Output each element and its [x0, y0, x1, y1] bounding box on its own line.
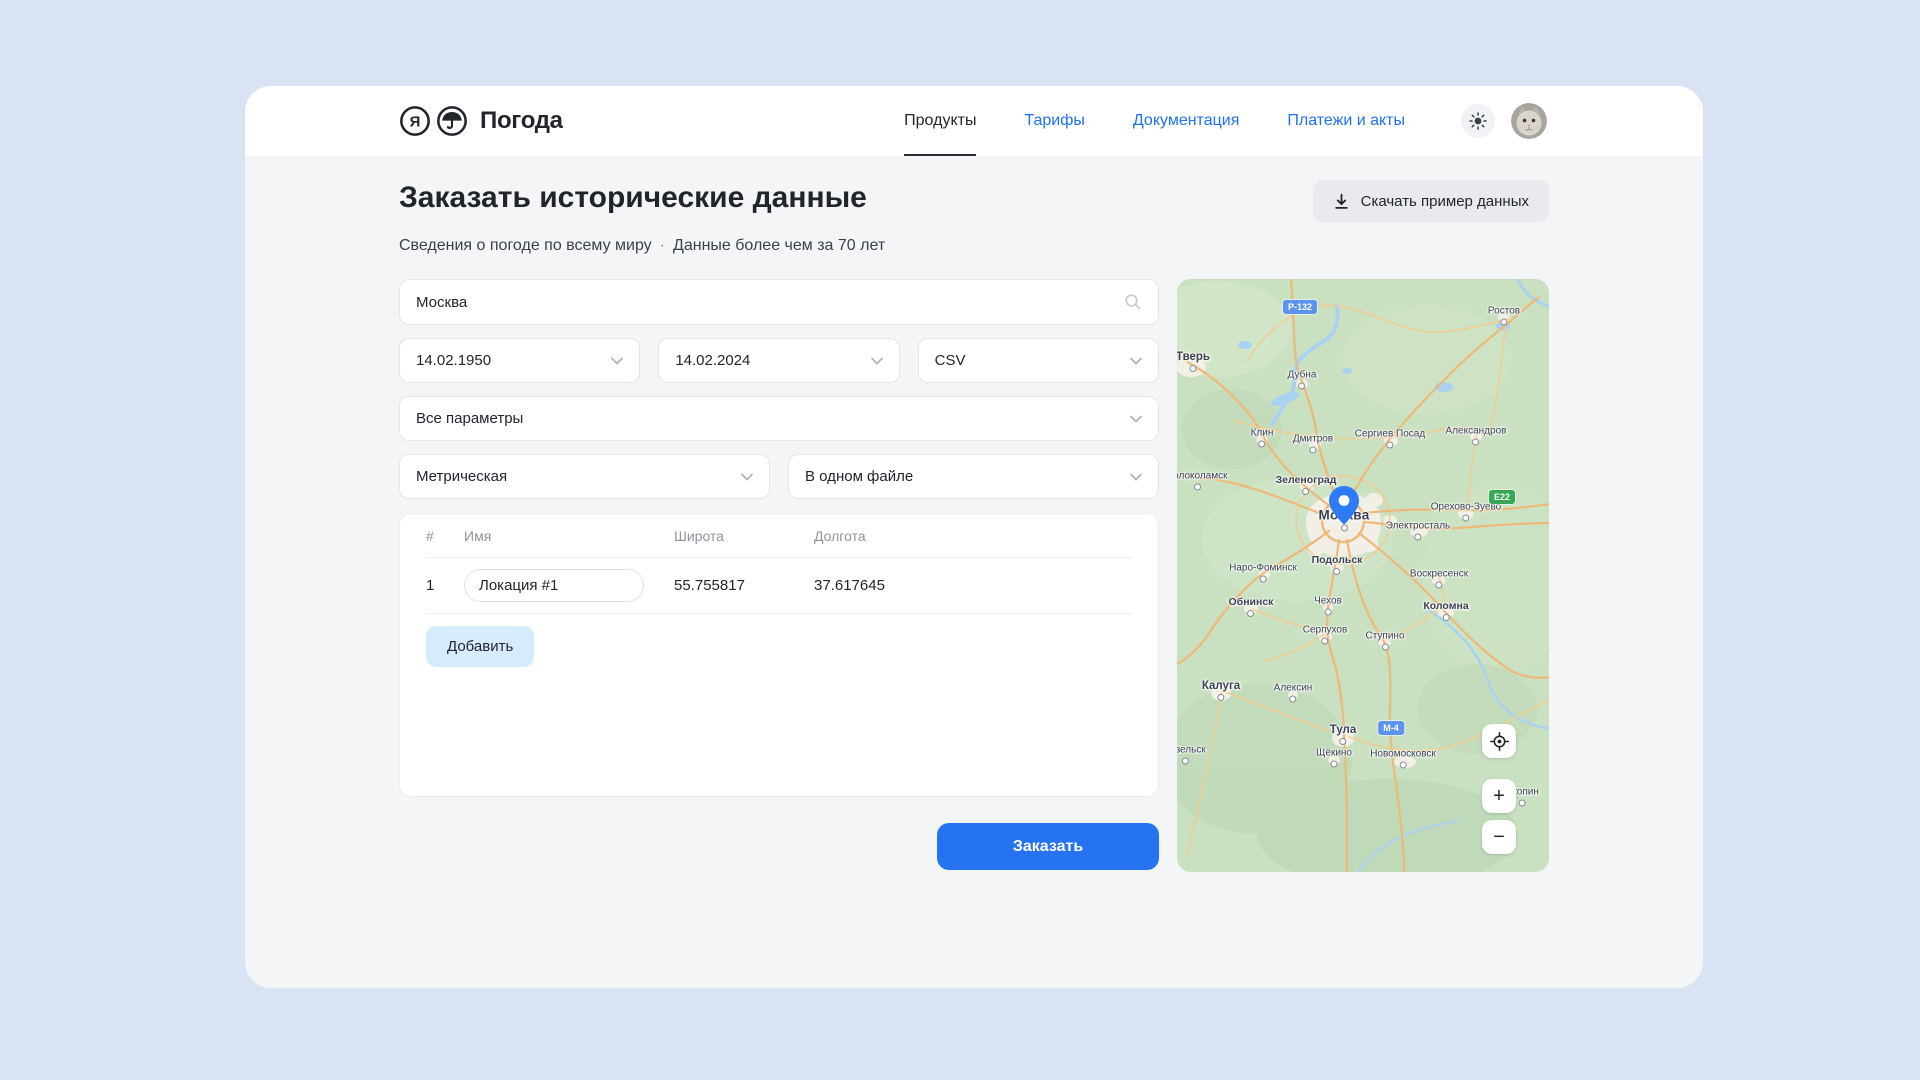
- map-city-label: Воскресенск: [1410, 569, 1468, 580]
- nav-item-payments[interactable]: Платежи и акты: [1287, 86, 1405, 156]
- locations-table: # Имя Широта Долгота 1 55.755817 37.6176…: [399, 513, 1159, 797]
- map-city-label: Тула: [1330, 724, 1357, 736]
- app-card: Я Погода Продукты Тарифы Документация Пл…: [245, 86, 1703, 988]
- download-sample-button[interactable]: Скачать пример данных: [1313, 180, 1549, 222]
- cat-avatar-image: [1511, 103, 1547, 139]
- map-city-label: Орехово-Зуево: [1431, 502, 1501, 513]
- download-icon: [1333, 193, 1350, 210]
- map-city-label: Серпухов: [1303, 625, 1348, 636]
- chevron-down-icon: [611, 357, 623, 365]
- map-city-label: Козельск: [1177, 745, 1206, 756]
- date-to-select[interactable]: 14.02.2024: [658, 338, 899, 383]
- map-city-label: Коломна: [1423, 600, 1468, 612]
- chevron-down-icon: [871, 357, 883, 365]
- map-city-label: Сергиев Посад: [1355, 429, 1425, 440]
- road-badge: Е22: [1489, 490, 1515, 504]
- map[interactable]: Тверь Ростов Дубна Клин Дмитров Сергиев Посад…: [1177, 279, 1549, 872]
- road-badge: Р-132: [1283, 300, 1317, 314]
- map-city-label: Чехов: [1314, 596, 1342, 607]
- geolocate-button[interactable]: [1482, 724, 1516, 758]
- umbrella-icon: [436, 105, 468, 137]
- map-city-label: Дубна: [1288, 370, 1317, 381]
- order-form: 14.02.1950 14.02.2024 CSV: [399, 279, 1159, 872]
- map-city-label: Зеленоград: [1276, 474, 1337, 486]
- map-city-label: Калуга: [1202, 680, 1240, 692]
- sun-icon: [1469, 112, 1487, 130]
- theme-toggle-button[interactable]: [1461, 104, 1495, 138]
- header: Я Погода Продукты Тарифы Документация Пл…: [245, 86, 1703, 156]
- map-city-label: Александров: [1446, 426, 1507, 437]
- geolocate-icon: [1490, 732, 1509, 751]
- map-city-label: Тверь: [1177, 351, 1210, 363]
- map-city-label: Подольск: [1312, 554, 1363, 566]
- subtitle-dot-separator: ·: [660, 237, 665, 254]
- map-city-label: Дмитров: [1293, 434, 1333, 445]
- zoom-in-button[interactable]: +: [1482, 779, 1516, 813]
- order-submit-button[interactable]: Заказать: [937, 823, 1159, 870]
- file-format-select[interactable]: CSV: [918, 338, 1159, 383]
- location-longitude: 37.617645: [814, 577, 1132, 594]
- nav-item-products[interactable]: Продукты: [904, 86, 976, 156]
- file-layout-select[interactable]: В одном файле: [788, 454, 1159, 499]
- map-city-label: Москва: [1318, 508, 1369, 523]
- road-badge: М-4: [1378, 721, 1404, 735]
- map-city-label: Обнинск: [1229, 596, 1274, 608]
- chevron-down-icon: [1130, 357, 1142, 365]
- location-name-input[interactable]: [464, 569, 644, 602]
- nav-item-tariffs[interactable]: Тарифы: [1024, 86, 1084, 156]
- map-city-label: Щёкино: [1316, 748, 1352, 759]
- map-city-label: Новомосковск: [1370, 749, 1436, 760]
- page-content: Заказать исторические данные Скачать при…: [245, 156, 1703, 872]
- chevron-down-icon: [1130, 415, 1142, 423]
- zoom-out-button[interactable]: −: [1482, 820, 1516, 854]
- yandex-letter-icon: Я: [399, 105, 431, 137]
- city-search-input[interactable]: [416, 294, 1114, 311]
- search-icon: [1124, 293, 1142, 311]
- page-title: Заказать исторические данные: [399, 180, 867, 216]
- map-city-label: Клин: [1251, 428, 1274, 439]
- map-city-label: Ростов: [1488, 306, 1520, 317]
- units-select[interactable]: Метрическая: [399, 454, 770, 499]
- main-nav: Продукты Тарифы Документация Платежи и а…: [904, 86, 1405, 156]
- user-avatar[interactable]: [1511, 103, 1547, 139]
- location-index: 1: [426, 577, 464, 594]
- svg-text:Я: Я: [410, 113, 421, 130]
- map-city-label: Наро-Фоминск: [1229, 563, 1297, 574]
- brand-product-name: Погода: [480, 107, 563, 135]
- location-latitude: 55.755817: [674, 577, 814, 594]
- add-location-button[interactable]: Добавить: [426, 626, 534, 667]
- date-from-select[interactable]: 14.02.1950: [399, 338, 640, 383]
- city-search-field: [399, 279, 1159, 325]
- map-city-label: Ступино: [1366, 631, 1405, 642]
- map-city-label: Электросталь: [1386, 521, 1451, 532]
- chevron-down-icon: [741, 473, 753, 481]
- parameters-select[interactable]: Все параметры: [399, 396, 1159, 441]
- chevron-down-icon: [1130, 473, 1142, 481]
- nav-item-docs[interactable]: Документация: [1133, 86, 1239, 156]
- map-city-label: Волоколамск: [1177, 471, 1228, 482]
- brand-logo[interactable]: Я Погода: [399, 105, 563, 137]
- map-city-label: Алексин: [1274, 683, 1313, 694]
- page-subtitle: Сведения о погоде по всему миру·Данные б…: [399, 237, 1549, 255]
- locations-table-header: # Имя Широта Долгота: [426, 514, 1132, 558]
- table-row: 1 55.755817 37.617645: [426, 558, 1132, 614]
